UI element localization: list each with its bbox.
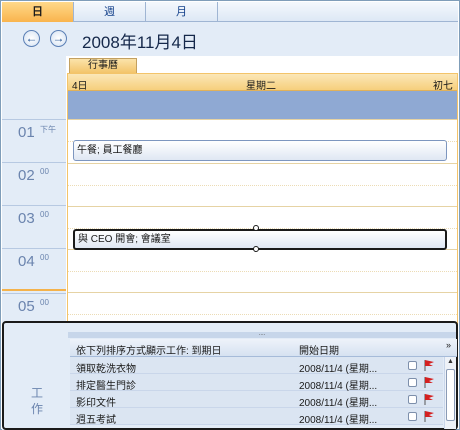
tab-month[interactable]: 月 [146, 2, 218, 22]
hour-label: 03 [18, 210, 35, 227]
tasks-pane: 工作 .... 依下列排序方式顯示工作: 到期日 開始日期 » 領取乾洗衣物 2… [2, 321, 458, 430]
task-date: 2008/11/4 (星期... [299, 415, 378, 426]
flag-icon[interactable] [423, 376, 435, 388]
date-navigation: ← → 2008年11月4日 [2, 22, 458, 56]
calendar-window: 日 週 月 ← → 2008年11月4日 01 下午 02 00 03 00 0… [0, 0, 460, 430]
lunar-date: 初七 [433, 81, 453, 92]
day-weekday: 星期二 [246, 81, 276, 92]
day-header: 4日 星期二 初七 [68, 74, 457, 92]
appointment-ceo-meeting[interactable]: 與 CEO 開會; 會議室 [73, 229, 447, 250]
task-name: 影印文件 [76, 398, 116, 409]
hour-label: 04 [18, 253, 35, 270]
time-slot-4pm: 04 00 [2, 248, 66, 291]
time-slot-3pm: 03 00 [2, 205, 66, 248]
complete-checkbox[interactable] [408, 395, 417, 404]
day-number: 4日 [72, 81, 88, 92]
sort-by-label[interactable]: 依下列排序方式顯示工作: 到期日 [76, 342, 222, 357]
flag-icon[interactable] [423, 410, 435, 422]
slot-row[interactable] [68, 271, 457, 293]
hour-label: 05 [18, 298, 35, 315]
resize-handle-bottom[interactable] [253, 246, 259, 252]
scroll-up-icon[interactable]: ▲ [447, 358, 454, 365]
complete-checkbox[interactable] [408, 378, 417, 387]
arrow-left-circle-icon[interactable]: ← [23, 30, 40, 47]
task-date: 2008/11/4 (星期... [299, 381, 378, 392]
resize-handle-top[interactable] [253, 225, 259, 231]
slot-row[interactable] [68, 249, 457, 271]
task-name: 週五考試 [76, 415, 116, 426]
tasks-scrollbar[interactable]: ▲ [444, 357, 456, 429]
start-date-column-header[interactable]: 開始日期 [299, 342, 339, 357]
task-name: 領取乾洗衣物 [76, 364, 136, 375]
complete-checkbox[interactable] [408, 412, 417, 421]
task-date: 2008/11/4 (星期... [299, 398, 378, 409]
page-title: 2008年11月4日 [82, 33, 198, 52]
hour-label: 01 [18, 124, 35, 141]
flag-icon[interactable] [423, 359, 435, 371]
minute-label: 下午 [40, 125, 56, 134]
hour-label: 02 [18, 167, 35, 184]
all-day-band[interactable] [68, 91, 457, 119]
task-list: 領取乾洗衣物 2008/11/4 (星期... 排定醫生門診 2008/11/4… [70, 357, 443, 426]
task-date: 2008/11/4 (星期... [299, 364, 378, 375]
complete-checkbox[interactable] [408, 361, 417, 370]
time-slot-2pm: 02 00 [2, 162, 66, 205]
minute-label: 00 [40, 253, 49, 262]
tasks-pane-label: 工作 [31, 386, 44, 416]
time-slot-1pm: 01 下午 [2, 119, 66, 162]
view-tabs: 日 週 月 [2, 2, 458, 22]
slot-row[interactable] [68, 185, 457, 207]
slot-row[interactable] [68, 292, 457, 314]
flag-icon[interactable] [423, 393, 435, 405]
tab-day[interactable]: 日 [2, 2, 74, 22]
task-name: 排定醫生門診 [76, 381, 136, 392]
slot-row[interactable] [68, 119, 457, 141]
tasks-header: 依下列排序方式顯示工作: 到期日 開始日期 » [70, 339, 457, 357]
table-row[interactable]: 週五考試 2008/11/4 (星期... [70, 408, 443, 426]
calendar-tab[interactable]: 行事曆 [69, 58, 137, 73]
tab-week[interactable]: 週 [74, 2, 146, 22]
minute-label: 00 [40, 298, 49, 307]
table-row[interactable]: 排定醫生門診 2008/11/4 (星期... [70, 374, 443, 392]
arrow-right-circle-icon[interactable]: → [50, 30, 67, 47]
slot-row[interactable] [68, 163, 457, 185]
minute-label: 00 [40, 210, 49, 219]
day-grid[interactable]: 4日 星期二 初七 午餐; 員工餐廳 與 CEO 開會; 會議室 [67, 73, 458, 335]
table-row[interactable]: 領取乾洗衣物 2008/11/4 (星期... [70, 357, 443, 375]
scrollbar-thumb[interactable] [446, 369, 455, 421]
appointment-lunch[interactable]: 午餐; 員工餐廳 [73, 140, 447, 161]
slot-row[interactable] [68, 206, 457, 228]
pane-splitter[interactable]: .... [68, 331, 456, 338]
time-column: 01 下午 02 00 03 00 04 00 05 00 [2, 119, 66, 335]
expand-toggle-icon[interactable]: » [446, 340, 451, 350]
minute-label: 00 [40, 167, 49, 176]
table-row[interactable]: 影印文件 2008/11/4 (星期... [70, 391, 443, 409]
